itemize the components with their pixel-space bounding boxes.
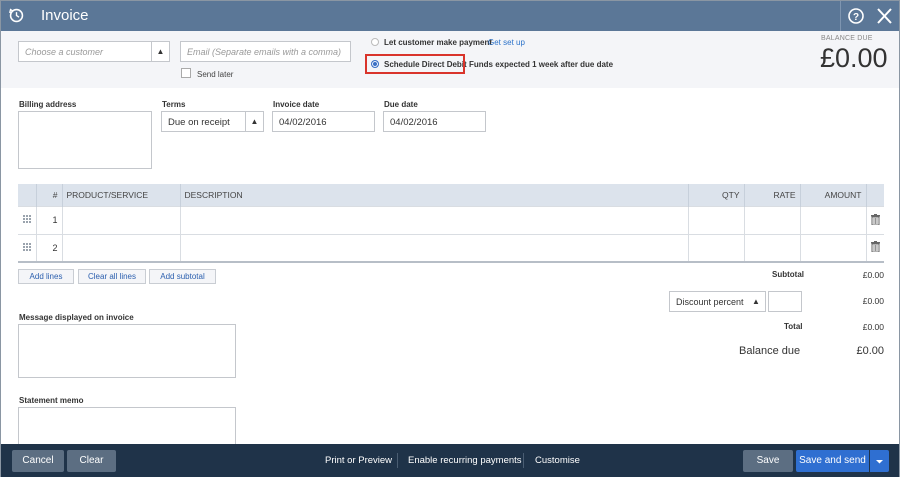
let-customer-pay-label: Let customer make payment bbox=[384, 38, 493, 47]
col-header-product: PRODUCT/SERVICE bbox=[62, 184, 181, 206]
amount-cell[interactable] bbox=[800, 205, 867, 234]
save-options-button[interactable] bbox=[870, 450, 889, 472]
customer-select[interactable]: Choose a customer ▲︎ bbox=[18, 41, 170, 62]
chevron-down-icon bbox=[876, 460, 883, 464]
add-subtotal-button[interactable]: Add subtotal bbox=[149, 269, 216, 284]
drag-handle-icon[interactable] bbox=[18, 205, 37, 234]
table-row[interactable]: 2 bbox=[18, 233, 884, 263]
save-button[interactable]: Save bbox=[743, 450, 793, 472]
drag-handle-icon[interactable] bbox=[18, 233, 37, 263]
title-bar: Invoice ? bbox=[1, 1, 899, 31]
due-date-label: Due date bbox=[384, 100, 418, 109]
trash-icon[interactable] bbox=[866, 205, 884, 234]
discount-select-value: Discount percent bbox=[676, 297, 744, 307]
help-button[interactable]: ? bbox=[840, 1, 870, 31]
statement-memo-label: Statement memo bbox=[19, 396, 84, 405]
caret-updown-icon[interactable]: ▲︎ bbox=[245, 112, 263, 131]
close-icon bbox=[877, 8, 892, 24]
balance-due-caption: BALANCE DUE bbox=[821, 35, 873, 42]
row-number: 1 bbox=[36, 205, 63, 234]
subtotal-value: £0.00 bbox=[862, 270, 884, 280]
discount-select[interactable]: Discount percent ▲︎ bbox=[669, 291, 766, 312]
direct-debit-note: Funds expected 1 week after due date bbox=[469, 60, 614, 69]
row-number: 2 bbox=[36, 233, 63, 263]
email-placeholder: Email (Separate emails with a comma) bbox=[187, 47, 342, 57]
recurring-payments-link[interactable]: Enable recurring payments bbox=[408, 455, 522, 466]
close-button[interactable] bbox=[870, 1, 899, 31]
rate-cell[interactable] bbox=[744, 205, 801, 234]
caret-updown-icon[interactable]: ▲︎ bbox=[151, 42, 169, 61]
col-header-num: # bbox=[36, 184, 63, 206]
terms-select[interactable]: Due on receipt ▲︎ bbox=[161, 111, 264, 132]
discount-value: £0.00 bbox=[862, 296, 884, 306]
drag-col-header bbox=[18, 184, 37, 206]
email-field[interactable]: Email (Separate emails with a comma) bbox=[180, 41, 351, 62]
delete-col-header bbox=[866, 184, 884, 206]
statement-memo-field[interactable] bbox=[18, 407, 236, 444]
billing-address-label: Billing address bbox=[19, 100, 77, 109]
footer-divider bbox=[397, 453, 398, 468]
message-label: Message displayed on invoice bbox=[19, 313, 134, 322]
col-header-qty: QTY bbox=[688, 184, 745, 206]
balance-due-value: £0.00 bbox=[856, 345, 884, 357]
clear-all-lines-button[interactable]: Clear all lines bbox=[78, 269, 146, 284]
balance-due-label: Balance due bbox=[739, 345, 801, 357]
message-field[interactable] bbox=[18, 324, 236, 378]
clear-button[interactable]: Clear bbox=[67, 450, 116, 472]
invoice-date-value: 04/02/2016 bbox=[279, 117, 327, 128]
let-customer-pay-radio[interactable] bbox=[371, 38, 379, 46]
qty-cell[interactable] bbox=[688, 205, 745, 234]
cancel-button[interactable]: Cancel bbox=[12, 450, 64, 472]
qty-cell[interactable] bbox=[688, 233, 745, 263]
svg-text:?: ? bbox=[853, 12, 859, 23]
table-row[interactable]: 1 bbox=[18, 205, 884, 234]
footer-bar: Cancel Clear Print or Preview Enable rec… bbox=[1, 444, 899, 477]
total-value: £0.00 bbox=[862, 322, 884, 332]
send-later-label: Send later bbox=[197, 70, 234, 79]
subtotal-label: Subtotal bbox=[772, 270, 804, 279]
product-cell[interactable] bbox=[62, 233, 181, 263]
amount-cell[interactable] bbox=[800, 233, 867, 263]
trash-icon[interactable] bbox=[866, 233, 884, 263]
col-header-description: DESCRIPTION bbox=[180, 184, 689, 206]
due-date-field[interactable]: 04/02/2016 bbox=[383, 111, 486, 132]
total-label: Total bbox=[784, 322, 803, 331]
col-header-amount: AMOUNT bbox=[800, 184, 867, 206]
description-cell[interactable] bbox=[180, 233, 689, 263]
page-title: Invoice bbox=[41, 7, 89, 24]
help-icon: ? bbox=[848, 8, 864, 24]
description-cell[interactable] bbox=[180, 205, 689, 234]
billing-address-field[interactable] bbox=[18, 111, 152, 169]
print-preview-link[interactable]: Print or Preview bbox=[325, 455, 392, 466]
recent-transactions-icon[interactable] bbox=[8, 7, 25, 24]
col-header-rate: RATE bbox=[744, 184, 801, 206]
terms-label: Terms bbox=[162, 100, 186, 109]
balance-due-amount: £0.00 bbox=[820, 43, 888, 73]
terms-value: Due on receipt bbox=[168, 117, 230, 128]
line-items-table: # PRODUCT/SERVICE DESCRIPTION QTY RATE A… bbox=[18, 184, 884, 263]
send-later-checkbox[interactable] bbox=[181, 68, 191, 78]
product-cell[interactable] bbox=[62, 205, 181, 234]
customise-link[interactable]: Customise bbox=[535, 455, 580, 466]
caret-updown-icon[interactable]: ▲︎ bbox=[747, 292, 765, 311]
discount-input[interactable] bbox=[768, 291, 802, 312]
due-date-value: 04/02/2016 bbox=[390, 117, 438, 128]
highlight-box bbox=[365, 54, 465, 74]
invoice-date-field[interactable]: 04/02/2016 bbox=[272, 111, 375, 132]
footer-divider bbox=[523, 453, 524, 468]
get-set-up-link[interactable]: Get set up bbox=[488, 38, 525, 47]
add-lines-button[interactable]: Add lines bbox=[18, 269, 74, 284]
customer-placeholder: Choose a customer bbox=[25, 47, 104, 57]
save-and-send-button[interactable]: Save and send bbox=[796, 450, 869, 472]
invoice-date-label: Invoice date bbox=[273, 100, 320, 109]
rate-cell[interactable] bbox=[744, 233, 801, 263]
